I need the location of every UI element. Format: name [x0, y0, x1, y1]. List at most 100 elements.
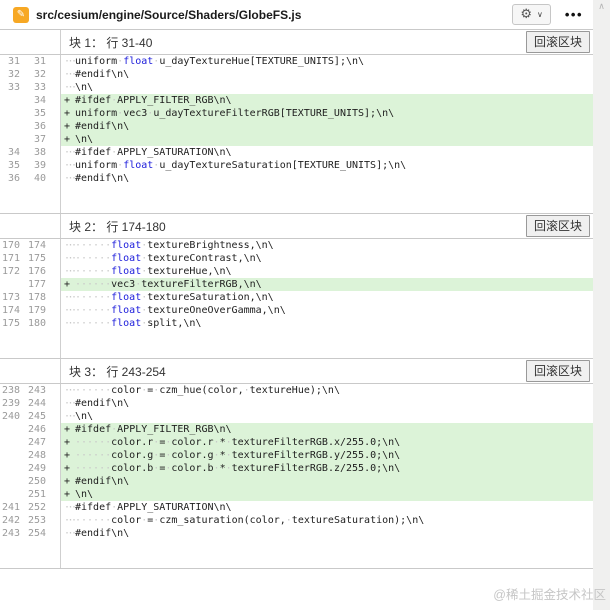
code-text: ·········float·textureOneOverGamma,\n\ — [60, 304, 593, 317]
added-marker: + — [64, 437, 71, 448]
diff-line: 171 175 ·········float·textureContrast,\n\ — [0, 252, 593, 265]
new-line-number: 252 — [27, 502, 46, 513]
whitespace-marker: ··· — [64, 69, 77, 80]
code-text: ·········float·textureBrightness,\n\ — [60, 239, 593, 252]
new-line-number: 175 — [27, 253, 46, 264]
block-title: 块 2： 行 174-180 — [69, 219, 166, 234]
diff-line: 242 253 ·········color·=·czm_saturation(co… — [0, 514, 593, 527]
old-line-number: 239 — [1, 398, 20, 409]
new-line-number: 246 — [27, 424, 46, 435]
old-line-number: 32 — [7, 69, 20, 80]
code-text: + #ifdef·APPLY_FILTER_RGB\n\ — [60, 94, 593, 107]
diff-line: 172 176 ·········float·textureHue,\n\ — [0, 265, 593, 278]
old-line-number: 35 — [7, 160, 20, 171]
new-line-number: 176 — [27, 266, 46, 277]
diff-line: 241 252 ···#ifdef·APPLY_SATURATION\n\ — [0, 501, 593, 514]
added-marker: + — [64, 489, 71, 500]
old-line-number — [0, 120, 20, 133]
old-line-number — [0, 488, 20, 501]
whitespace-marker: ··· — [64, 160, 77, 171]
new-line-number: 40 — [33, 173, 46, 184]
diff-line: 33 33 ···\n\ — [0, 81, 593, 94]
code-text: + #endif\n\ — [60, 475, 593, 488]
code-text: ···#endif\n\ — [60, 68, 593, 81]
rollback-block-button[interactable]: 回滚区块 — [525, 31, 590, 53]
indent-dots: ······ — [75, 240, 112, 251]
indent-dots: ······ — [75, 305, 112, 316]
new-line-number: 244 — [27, 398, 46, 409]
diff-line: 35 + uniform·vec3·u_dayTextureFilterRGB[TE… — [0, 107, 593, 120]
diff-line: 175 180 ·········float·split,\n\ — [0, 317, 593, 330]
code-text: ·········float·split,\n\ — [60, 317, 593, 330]
new-line-number: 247 — [27, 437, 46, 448]
indent-dots: ······ — [75, 253, 112, 264]
code-text: + #ifdef·APPLY_FILTER_RGB\n\ — [60, 423, 593, 436]
settings-button[interactable]: ⚙ ∨ — [512, 4, 551, 25]
code-text: ·········float·textureSaturation,\n\ — [60, 291, 593, 304]
diff-line: 238 243 ·········color·=·czm_hue(color,·te… — [0, 384, 593, 397]
header-actions: ⚙ ∨ ••• — [512, 4, 587, 25]
new-line-number: 253 — [27, 515, 46, 526]
added-marker: + — [64, 108, 71, 119]
added-marker: + — [64, 279, 71, 290]
old-line-number: 170 — [1, 240, 20, 251]
old-line-number: 171 — [1, 253, 20, 264]
whitespace-marker: ··· — [64, 266, 77, 277]
code-text: ·········float·textureContrast,\n\ — [60, 252, 593, 265]
diff-line: 173 178 ·········float·textureSaturation,\… — [0, 291, 593, 304]
whitespace-marker: ··· — [64, 253, 77, 264]
old-line-number — [0, 475, 20, 488]
old-line-number — [0, 278, 20, 291]
indent-dots: ······ — [75, 463, 112, 474]
added-marker: + — [64, 450, 71, 461]
added-marker: + — [64, 463, 71, 474]
rollback-block-button[interactable]: 回滚区块 — [525, 360, 590, 382]
diff-line: 37 + \n\ — [0, 133, 593, 146]
diff-line: 248 + ······color.g·=·color.g·*·textureFil… — [0, 449, 593, 462]
code-text: + ······color.b·=·color.b·*·textureFilter… — [60, 462, 593, 475]
whitespace-marker: ··· — [64, 305, 77, 316]
rollback-block-button[interactable]: 回滚区块 — [525, 215, 590, 237]
code-text: + \n\ — [60, 488, 593, 501]
code-text: ·········color·=·czm_saturation(color,·t… — [60, 514, 593, 527]
whitespace-marker: ··· — [64, 240, 77, 251]
diff-line: 170 174 ·········float·textureBrightness,\… — [0, 239, 593, 252]
scroll-up-icon[interactable]: ∧ — [593, 2, 610, 12]
old-line-number — [0, 133, 20, 146]
scrollbar[interactable]: ∧ — [593, 0, 610, 610]
added-marker: + — [64, 121, 71, 132]
diff-line: 249 + ······color.b·=·color.b·*·textureFil… — [0, 462, 593, 475]
old-line-number: 34 — [7, 147, 20, 158]
code-text: ···#endif\n\ — [60, 527, 593, 540]
indent-dots: ······ — [75, 515, 112, 526]
code-text: ···#endif\n\ — [60, 172, 593, 185]
new-line-number: 36 — [33, 121, 46, 132]
diff-line: 36 + #endif\n\ — [0, 120, 593, 133]
whitespace-marker: ··· — [64, 398, 77, 409]
block-header-gutter — [0, 30, 60, 54]
old-line-number: 173 — [1, 292, 20, 303]
block-header: 块 3： 行 243-254 回滚区块 — [0, 358, 593, 384]
added-marker: + — [64, 95, 71, 106]
whitespace-marker: ··· — [64, 502, 77, 513]
diff-line: 240 245 ···\n\ — [0, 410, 593, 423]
new-line-number: 177 — [27, 279, 46, 290]
code-text: + ······vec3·textureFilterRGB,\n\ — [60, 278, 593, 291]
code-text: + #endif\n\ — [60, 120, 593, 133]
new-line-number: 251 — [27, 489, 46, 500]
new-line-number: 33 — [33, 82, 46, 93]
old-line-number: 36 — [7, 173, 20, 184]
block-header: 块 1： 行 31-40 回滚区块 — [0, 29, 593, 55]
new-line-number: 37 — [33, 134, 46, 145]
old-line-number: 31 — [7, 56, 20, 67]
diff-line: 250 + #endif\n\ — [0, 475, 593, 488]
more-button[interactable]: ••• — [561, 5, 587, 24]
new-line-number: 245 — [27, 411, 46, 422]
gear-icon: ⚙ — [520, 7, 532, 22]
new-line-number: 174 — [27, 240, 46, 251]
block-title: 块 1： 行 31-40 — [69, 35, 153, 50]
block-header-gutter — [0, 359, 60, 383]
diff-line: 177 + ······vec3·textureFilterRGB,\n\ — [0, 278, 593, 291]
diff-viewer-app: ✎ src/cesium/engine/Source/Shaders/Globe… — [0, 0, 610, 610]
indent-dots: ······ — [75, 385, 112, 396]
